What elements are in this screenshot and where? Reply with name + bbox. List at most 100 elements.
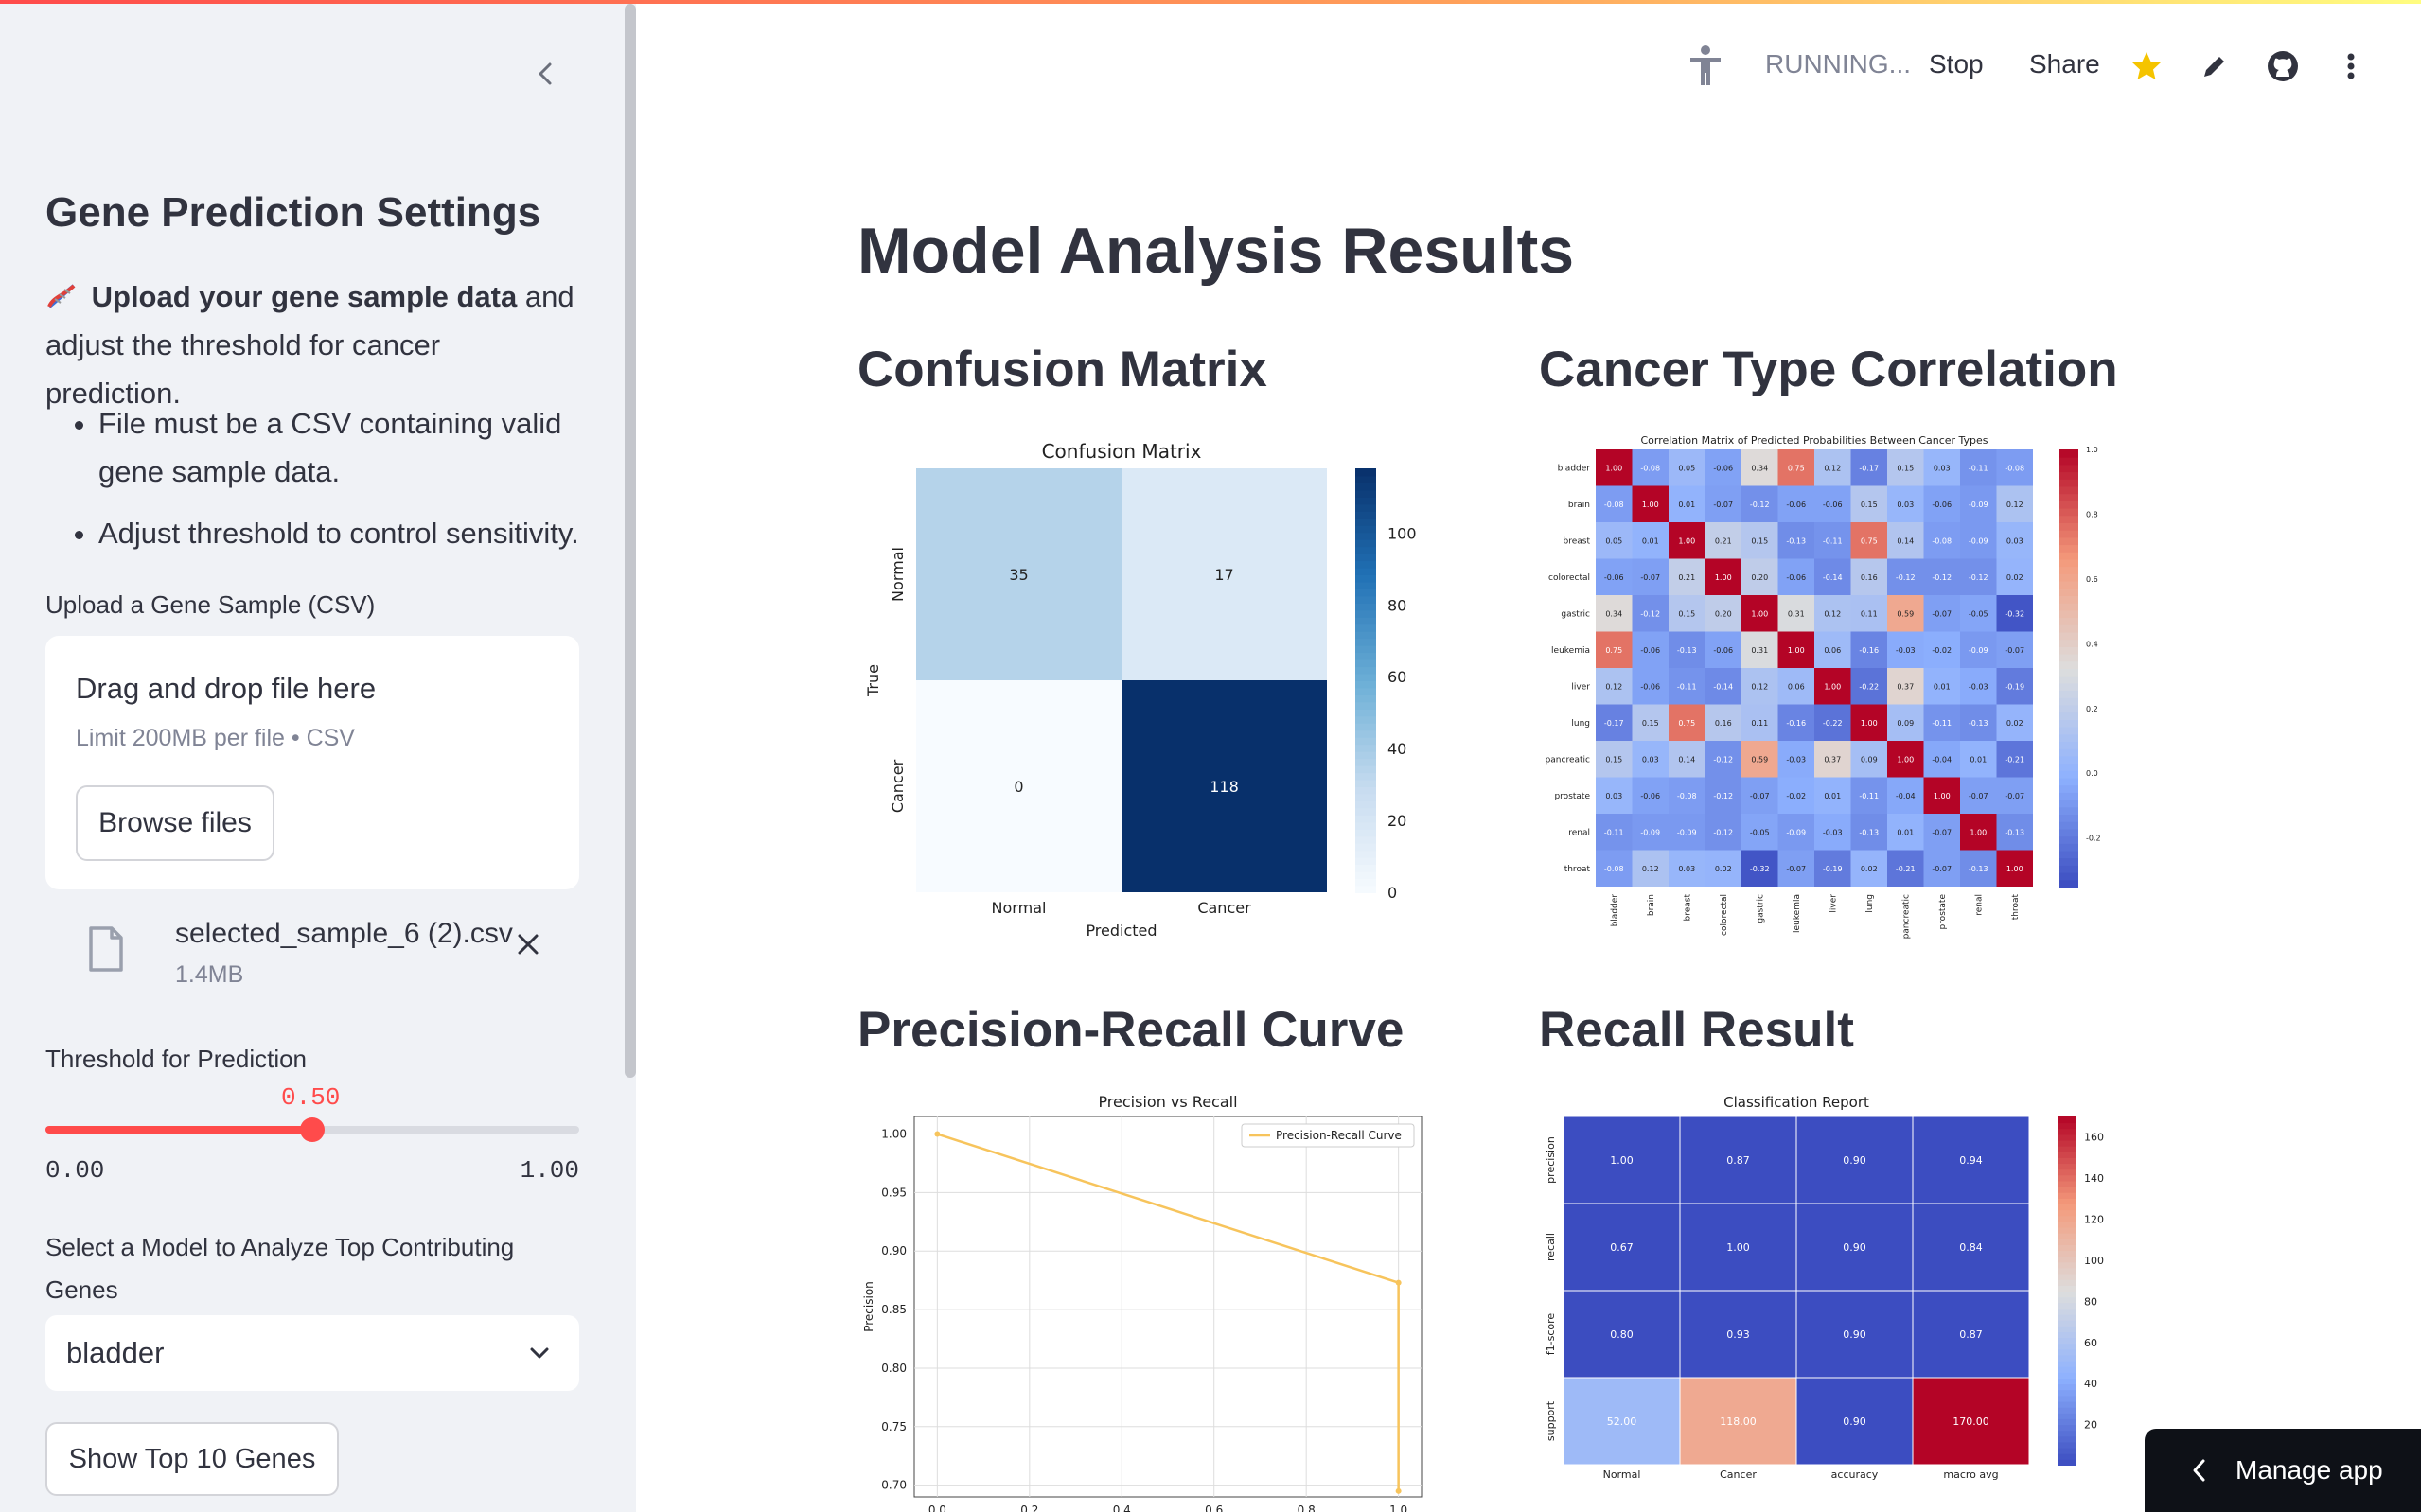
x-tick-label: Cancer	[1197, 899, 1251, 917]
colorbar-segment	[1355, 878, 1376, 887]
cell-label: -0.08	[1932, 536, 1952, 545]
colorbar-segment	[2058, 1400, 2076, 1408]
dna-icon	[45, 280, 92, 313]
colorbar-segment	[2058, 1435, 2076, 1443]
x-tick-label: 0.8	[1298, 1503, 1316, 1512]
colorbar-segment	[1355, 814, 1376, 823]
sidebar-scrollbar[interactable]	[625, 4, 636, 1078]
colorbar-segment	[1355, 807, 1376, 816]
cell-label: 0.11	[1861, 609, 1878, 618]
data-point	[934, 1131, 941, 1137]
cell-label: -0.08	[1604, 865, 1624, 873]
cell-label: -0.09	[1969, 501, 1988, 509]
cell-label: -0.11	[1823, 536, 1843, 545]
colorbar-segment	[1355, 828, 1376, 837]
cell-label: 35	[1009, 566, 1028, 584]
colorbar-segment	[2059, 536, 2078, 546]
cell-label: 0.03	[2006, 536, 2023, 545]
threshold-slider[interactable]	[45, 1117, 579, 1142]
file-dropzone[interactable]: Drag and drop file here Limit 200MB per …	[45, 636, 579, 889]
star-icon[interactable]	[2126, 45, 2167, 87]
chart-title: Classification Report	[1723, 1094, 1869, 1111]
colorbar-segment	[1355, 624, 1376, 632]
cell-label: 0.16	[1861, 573, 1878, 582]
cell-label: 0.90	[1843, 1154, 1866, 1167]
x-tick-label: leukemia	[1793, 894, 1802, 933]
accessibility-icon[interactable]	[1685, 45, 1726, 87]
file-name: selected_sample_6 (2).csv	[175, 918, 513, 949]
section-title-pr-curve: Precision-Recall Curve	[857, 1002, 1405, 1058]
cell-label: -0.07	[1932, 828, 1952, 836]
colorbar-segment	[1355, 694, 1376, 703]
x-tick-label: Normal	[1603, 1468, 1641, 1481]
colorbar-tick-label: 120	[2084, 1214, 2104, 1226]
running-status: RUNNING...	[1765, 49, 1911, 79]
x-tick-label: throat	[2011, 894, 2021, 921]
colorbar-segment	[1355, 842, 1376, 852]
x-tick-label: colorectal	[1720, 894, 1729, 936]
colorbar-segment	[2058, 1371, 2076, 1379]
collapse-sidebar-button[interactable]	[526, 57, 564, 95]
manage-app-button[interactable]: Manage app	[2145, 1429, 2421, 1512]
colorbar-segment	[2059, 522, 2078, 531]
slider-thumb[interactable]	[300, 1117, 325, 1142]
legend-label: Precision-Recall Curve	[1276, 1129, 1402, 1142]
colorbar-segment	[2059, 631, 2078, 641]
threshold-label: Threshold for Prediction	[45, 1045, 308, 1073]
cell-label: -0.13	[2005, 828, 2024, 836]
cell-label: -0.13	[1677, 646, 1697, 655]
cell-label: -0.08	[1640, 464, 1660, 472]
model-select[interactable]: bladder	[45, 1315, 579, 1391]
stop-button[interactable]: Stop	[1929, 49, 1984, 79]
colorbar-segment	[2059, 485, 2078, 495]
colorbar-segment	[2058, 1145, 2076, 1152]
share-button[interactable]: Share	[2029, 49, 2100, 79]
colorbar-segment	[2058, 1256, 2076, 1263]
colorbar-segment	[2059, 507, 2078, 517]
cell-label: 0.12	[1751, 682, 1768, 691]
y-tick-label: liver	[1571, 682, 1590, 692]
x-tick-label: breast	[1683, 894, 1692, 922]
colorbar-segment	[2058, 1232, 2076, 1239]
cell-label: 1.00	[1970, 828, 1987, 836]
colorbar-segment	[2058, 1452, 2076, 1460]
sidebar-description: Upload your gene sample data and adjust …	[45, 273, 579, 417]
colorbar-segment	[2059, 624, 2078, 633]
cell-label: 0.03	[1678, 865, 1695, 873]
colorbar-segment	[2058, 1325, 2076, 1332]
remove-file-button[interactable]	[509, 927, 547, 965]
cell-label: -0.13	[1859, 828, 1879, 836]
colorbar-tick-label: 80	[1387, 596, 1406, 614]
colorbar-segment	[1355, 772, 1376, 781]
y-tick-label: brain	[1568, 501, 1590, 510]
colorbar-segment	[1355, 581, 1376, 589]
cell-label: -0.06	[1713, 646, 1733, 655]
colorbar-segment	[2059, 566, 2078, 574]
show-top-genes-button[interactable]: Show Top 10 Genes	[45, 1422, 339, 1496]
colorbar-tick-label: 0	[1387, 884, 1397, 902]
file-size: 1.4MB	[175, 961, 244, 988]
chart-title: Precision vs Recall	[1098, 1093, 1237, 1111]
colorbar-segment	[1355, 468, 1376, 477]
sidebar: Gene Prediction Settings Upload your gen…	[0, 0, 636, 1512]
cell-label: 0.31	[1788, 609, 1805, 618]
pencil-icon[interactable]	[2194, 45, 2235, 87]
cell-label: -0.11	[1932, 719, 1952, 728]
cell-label: -0.05	[1969, 609, 1988, 618]
colorbar-segment	[2058, 1267, 2076, 1275]
browse-files-button[interactable]: Browse files	[76, 785, 274, 861]
more-vertical-icon[interactable]	[2330, 45, 2372, 87]
colorbar-segment	[2058, 1417, 2076, 1426]
y-tick-label: 1.00	[881, 1128, 907, 1141]
github-icon[interactable]	[2262, 45, 2304, 87]
page-title: Model Analysis Results	[857, 215, 1575, 287]
cell-label: 17	[1214, 566, 1233, 584]
cell-label: -0.32	[2005, 609, 2024, 618]
colorbar-segment	[1355, 680, 1376, 689]
colorbar-segment	[2058, 1238, 2076, 1245]
y-tick-label: precision	[1545, 1136, 1557, 1184]
cell-label: -0.06	[1823, 501, 1843, 509]
cell-label: -0.22	[1859, 682, 1879, 691]
cell-label: -0.09	[1786, 828, 1806, 836]
colorbar-segment	[1355, 850, 1376, 858]
